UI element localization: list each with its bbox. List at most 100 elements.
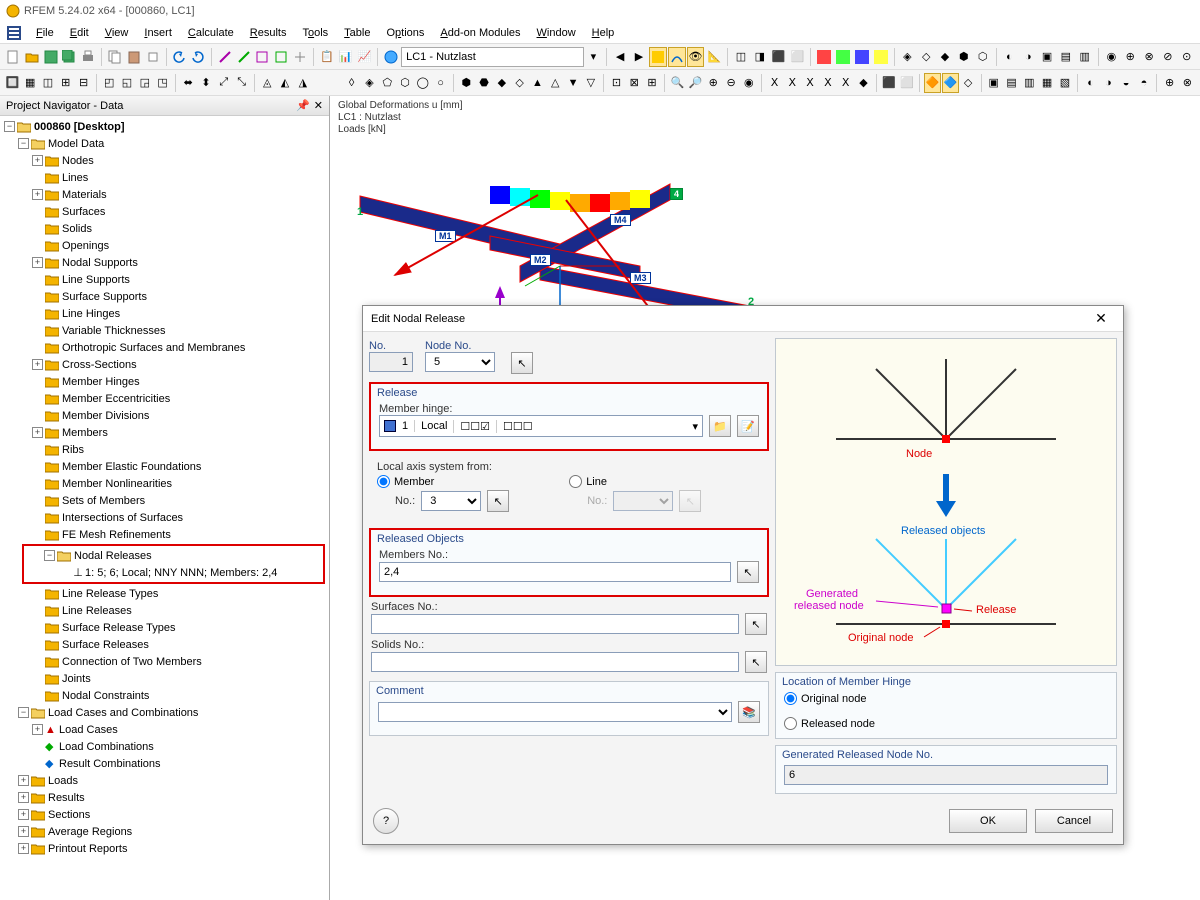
hinge-new-icon[interactable]: 📁 [709,415,731,437]
t2-ao-icon[interactable]: ▣ [985,73,1002,93]
paste-icon[interactable] [125,47,143,67]
tool2-icon[interactable]: 📊 [337,47,355,67]
tree-item-surfaces[interactable]: Surfaces [0,203,329,220]
copy-icon[interactable] [106,47,124,67]
t2-q-icon[interactable]: ◇ [511,73,528,93]
tree-item-solids[interactable]: Solids [0,220,329,237]
type4-icon[interactable] [272,47,290,67]
menu-file[interactable]: File [28,25,62,41]
menu-addon[interactable]: Add-on Modules [432,25,528,41]
nav-pin-icon[interactable]: 📌 [296,99,310,112]
tree-item-lines[interactable]: Lines [0,169,329,186]
s3-icon[interactable]: ▣ [1038,47,1056,67]
t2-m-icon[interactable]: ○ [432,73,449,93]
tree-item-member-elastic-foundations[interactable]: Member Elastic Foundations [0,458,329,475]
t2-ag-icon[interactable]: Ⅹ [819,73,836,93]
menu-view[interactable]: View [97,25,137,41]
t2-y-icon[interactable]: 🔍 [669,73,686,93]
redo-icon[interactable] [189,47,207,67]
t2-an-icon[interactable]: ◇ [960,73,977,93]
loc-released-radio[interactable]: Released node [784,717,1108,730]
ok-button[interactable]: OK [949,809,1027,833]
tree-printout-reports[interactable]: + Printout Reports [0,840,329,857]
tree-sections[interactable]: + Sections [0,806,329,823]
t2-al-icon[interactable]: 🔶 [924,73,941,93]
type2-icon[interactable] [235,47,253,67]
hinge-edit-icon[interactable]: 📝 [737,415,759,437]
tree-result-combinations[interactable]: ◆ Result Combinations [0,755,329,772]
type1-icon[interactable] [216,47,234,67]
tree-root[interactable]: − 000860 [Desktop] [0,118,329,135]
undo-icon[interactable] [170,47,188,67]
t2-ax-icon[interactable]: ⊕ [1161,73,1178,93]
c1-icon[interactable] [815,47,833,67]
pick-members-icon[interactable]: ↖ [737,561,759,583]
t2-x-icon[interactable]: ⊞ [644,73,661,93]
pick-node-icon[interactable]: ↖ [511,352,533,374]
tree-load-cases-combinations[interactable]: − Load Cases and Combinations [0,704,329,721]
e1-icon[interactable]: ◉ [1102,47,1120,67]
t2-8-icon[interactable]: ◲ [136,73,153,93]
v1-icon[interactable]: ◫ [732,47,750,67]
t2-j-icon[interactable]: ⬠ [379,73,396,93]
t2-d-icon[interactable]: ⤡ [233,73,250,93]
t2-ac-icon[interactable]: ◉ [740,73,757,93]
t2-b-icon[interactable]: ⬍ [198,73,215,93]
loc-original-radio[interactable]: Original node [784,692,1108,705]
dup-icon[interactable] [144,47,162,67]
t2-s-icon[interactable]: △ [547,73,564,93]
tree-item-surface-release-types[interactable]: Surface Release Types [0,619,329,636]
t2-ae-icon[interactable]: Ⅹ [784,73,801,93]
iso1-icon[interactable]: ◈ [898,47,916,67]
tree-item-variable-thicknesses[interactable]: Variable Thicknesses [0,322,329,339]
iso2-icon[interactable]: ◇ [917,47,935,67]
tree-item-sets-of-members[interactable]: Sets of Members [0,492,329,509]
tree-model-data[interactable]: − Model Data [0,135,329,152]
t2-as-icon[interactable]: ▧ [1057,73,1074,93]
tree-load-cases[interactable]: + ▲ Load Cases [0,721,329,738]
res3-icon[interactable]: 👁 [687,47,705,67]
new-icon[interactable] [4,47,22,67]
tree-item-openings[interactable]: Openings [0,237,329,254]
c4-icon[interactable] [872,47,890,67]
t2-l-icon[interactable]: ◯ [414,73,431,93]
t2-ay-icon[interactable]: ⊗ [1179,73,1196,93]
v2-icon[interactable]: ◨ [751,47,769,67]
tree-item-surface-releases[interactable]: Surface Releases [0,636,329,653]
tree-item-intersections-of-surfaces[interactable]: Intersections of Surfaces [0,509,329,526]
v3-icon[interactable]: ⬛ [770,47,788,67]
t2-ar-icon[interactable]: ▦ [1039,73,1056,93]
tree-item-nodal-constraints[interactable]: Nodal Constraints [0,687,329,704]
globe-icon[interactable] [382,47,400,67]
open-icon[interactable] [23,47,41,67]
t2-6-icon[interactable]: ◰ [101,73,118,93]
menu-window[interactable]: Window [529,25,584,41]
menu-insert[interactable]: Insert [136,25,180,41]
t2-1-icon[interactable]: 🔲 [4,73,21,93]
t2-g-icon[interactable]: ◮ [294,73,311,93]
t2-am-icon[interactable]: 🔷 [942,73,959,93]
tree-item-materials[interactable]: + Materials [0,186,329,203]
t2-av-icon[interactable]: ◒ [1118,73,1135,93]
c3-icon[interactable] [853,47,871,67]
nav-close-icon[interactable]: ✕ [314,99,323,112]
type3-icon[interactable] [254,47,272,67]
t2-aw-icon[interactable]: ◓ [1136,73,1153,93]
axis-line-radio[interactable]: Line [569,475,701,488]
surfaces-no-input[interactable] [371,614,739,634]
tree-item-orthotropic-surfaces-and-membranes[interactable]: Orthotropic Surfaces and Membranes [0,339,329,356]
v4-icon[interactable]: ⬜ [789,47,807,67]
t2-ai-icon[interactable]: ◆ [855,73,872,93]
tree-average-regions[interactable]: + Average Regions [0,823,329,840]
s4-icon[interactable]: ▤ [1057,47,1075,67]
tree-item-member-divisions[interactable]: Member Divisions [0,407,329,424]
tree-item-line-supports[interactable]: Line Supports [0,271,329,288]
tree-item-nodal-supports[interactable]: + Nodal Supports [0,254,329,271]
t2-o-icon[interactable]: ⬣ [476,73,493,93]
t2-p-icon[interactable]: ◆ [493,73,510,93]
t2-n-icon[interactable]: ⬢ [458,73,475,93]
t2-af-icon[interactable]: Ⅹ [802,73,819,93]
menu-help[interactable]: Help [584,25,623,41]
e3-icon[interactable]: ⊗ [1140,47,1158,67]
loadcase-select[interactable] [401,47,583,67]
